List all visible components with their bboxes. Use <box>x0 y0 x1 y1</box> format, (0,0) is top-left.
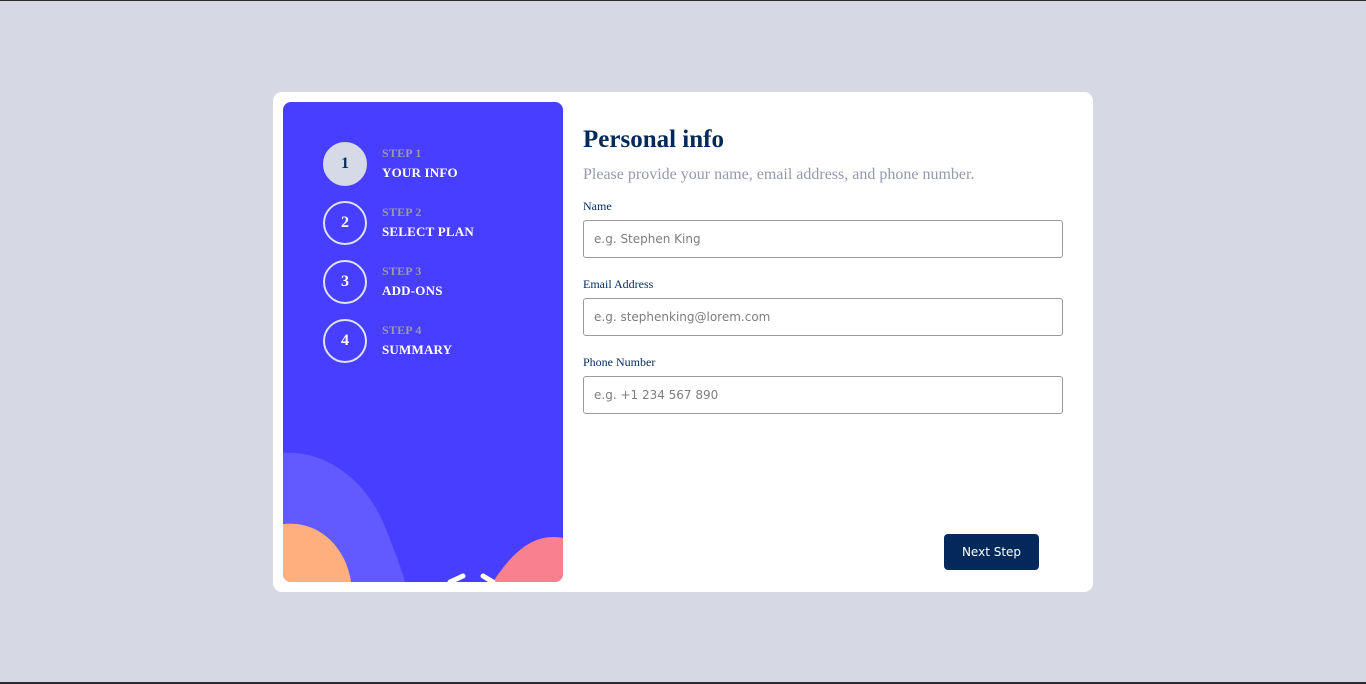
sidebar-step-1[interactable]: 1 STEP 1 YOUR INFO <box>323 142 543 186</box>
step-number-badge[interactable]: 1 <box>323 142 367 186</box>
step-number-badge[interactable]: 3 <box>323 260 367 304</box>
sidebar-step-4[interactable]: 4 STEP 4 SUMMARY <box>323 319 543 363</box>
name-label: Name <box>583 199 612 213</box>
step-label: STEP 3 <box>382 264 422 278</box>
window-top-border <box>0 0 1366 1</box>
step-label: STEP 4 <box>382 323 422 337</box>
step-label: STEP 1 <box>382 146 422 160</box>
step-number-badge[interactable]: 4 <box>323 319 367 363</box>
step-label: STEP 2 <box>382 205 422 219</box>
email-label: Email Address <box>583 277 654 291</box>
chevron-shape-right <box>480 573 496 582</box>
step-title: SELECT PLAN <box>382 224 474 239</box>
phone-label: Phone Number <box>583 355 656 369</box>
form-card: 1 STEP 1 YOUR INFO 2 STEP 2 SELECT PLAN … <box>273 92 1093 592</box>
step-title: YOUR INFO <box>382 165 458 180</box>
sidebar-step-3[interactable]: 3 STEP 3 ADD-ONS <box>323 260 543 304</box>
sidebar-step-2[interactable]: 2 STEP 2 SELECT PLAN <box>323 201 543 245</box>
phone-input[interactable] <box>583 376 1063 414</box>
next-step-button[interactable]: Next Step <box>944 534 1039 570</box>
chevron-shape-left <box>447 573 466 582</box>
step-title: ADD-ONS <box>382 283 443 298</box>
page-subtitle: Please provide your name, email address,… <box>583 166 975 183</box>
step-title: SUMMARY <box>382 342 453 357</box>
step-number-badge[interactable]: 2 <box>323 201 367 245</box>
name-input[interactable] <box>583 220 1063 258</box>
blob-shape-pink <box>493 537 563 582</box>
personal-info-form: Personal info Please provide your name, … <box>583 92 1063 592</box>
email-input[interactable] <box>583 298 1063 336</box>
page-title: Personal info <box>583 126 724 153</box>
steps-sidebar: 1 STEP 1 YOUR INFO 2 STEP 2 SELECT PLAN … <box>283 102 563 582</box>
